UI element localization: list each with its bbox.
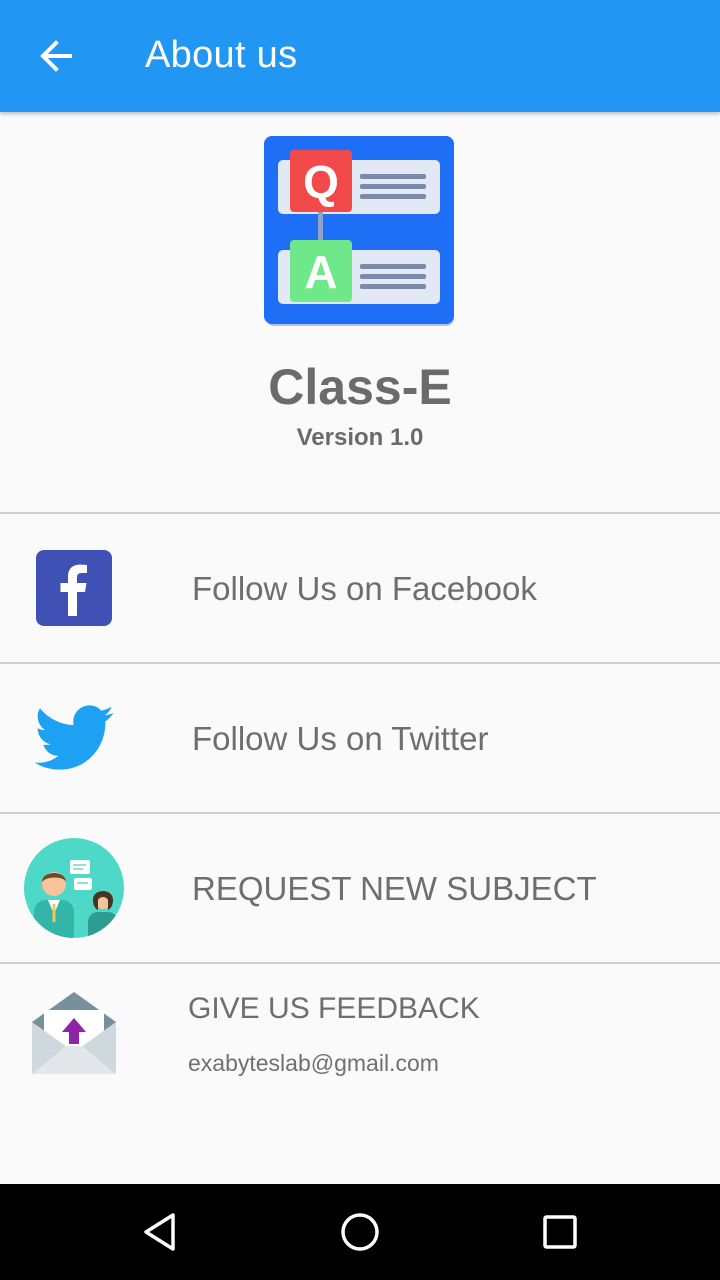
feedback-title: GIVE US FEEDBACK (188, 992, 480, 1025)
twitter-bird-icon (24, 688, 124, 788)
back-button[interactable] (24, 26, 88, 86)
nav-back-button[interactable] (120, 1202, 200, 1262)
svg-text:Q: Q (303, 156, 339, 208)
nav-back-triangle-icon (144, 1213, 175, 1251)
system-nav-bar (0, 1184, 720, 1280)
feedback-email: exabyteslab@gmail.com (188, 1050, 439, 1076)
app-version: Version 1.0 (296, 424, 424, 451)
facebook-row[interactable]: Follow Us on Facebook (0, 514, 720, 662)
envelope-upload-icon (24, 984, 124, 1084)
facebook-icon (24, 538, 124, 638)
nav-home-button[interactable] (320, 1202, 400, 1262)
page-title: About us (145, 34, 298, 76)
twitter-row[interactable]: Follow Us on Twitter (0, 664, 720, 812)
arrow-left-icon (40, 40, 72, 72)
nav-recents-button[interactable] (520, 1202, 600, 1262)
people-chat-icon (24, 838, 124, 938)
facebook-label: Follow Us on Facebook (192, 570, 537, 607)
qa-app-logo-icon: Q A (264, 136, 454, 326)
nav-home-circle-icon (341, 1213, 379, 1251)
feedback-row[interactable]: GIVE US FEEDBACK exabyteslab@gmail.com (0, 964, 720, 1104)
app-bar: About us (0, 0, 720, 112)
request-subject-row[interactable]: REQUEST NEW SUBJECT (0, 814, 720, 962)
nav-recents-square-icon (543, 1215, 577, 1249)
svg-text:A: A (304, 246, 337, 298)
app-logo: Q A (264, 136, 456, 328)
twitter-label: Follow Us on Twitter (192, 720, 489, 757)
request-subject-label: REQUEST NEW SUBJECT (192, 870, 597, 907)
app-name: Class-E (268, 359, 452, 415)
